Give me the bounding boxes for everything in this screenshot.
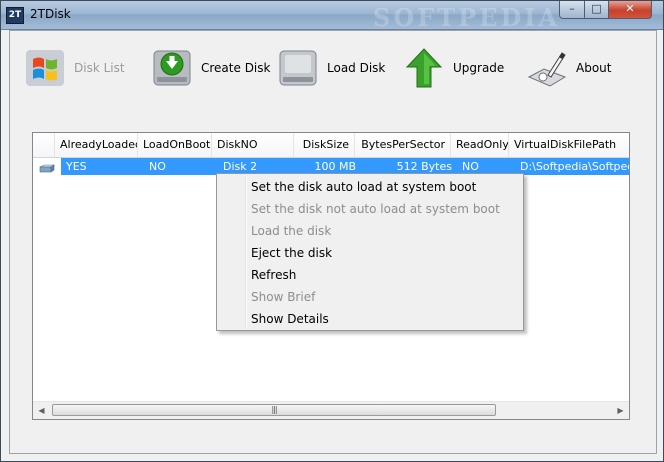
cell-virtual-disk-path: D:\Softpedia\Softpedia [520,160,629,173]
menu-item-eject-disk[interactable]: Eject the disk [251,242,332,264]
menu-item-load-disk[interactable]: Load the disk [251,220,331,242]
create-disk-button[interactable]: Create Disk [151,43,270,93]
column-header[interactable]: BytesPerSector [355,133,451,157]
load-disk-label: Load Disk [327,61,386,75]
list-header: AlreadyLoaded LoadOnBoot DiskNO DiskSize… [33,133,629,158]
column-header[interactable]: AlreadyLoaded [55,133,138,157]
app-logo-icon: 2T [6,7,24,24]
menu-gutter [245,176,247,328]
cell-already-loaded: YES [66,160,87,173]
column-header[interactable]: VirtualDiskFilePath [509,133,629,157]
column-header[interactable]: LoadOnBoot [138,133,212,157]
title-bar[interactable]: 2T 2TDisk SOFTPEDIA – □ ✕ [1,1,663,32]
scroll-left-button[interactable]: ◀ [33,402,50,419]
column-header[interactable]: DiskNO [212,133,294,157]
menu-item-auto-load[interactable]: Set the disk auto load at system boot [251,176,476,198]
disk-icon [39,162,55,173]
menu-item-show-details[interactable]: Show Details [251,308,329,330]
up-arrow-icon [403,47,445,89]
header-icon-column [33,133,55,157]
column-header[interactable]: ReadOnly [451,133,509,157]
create-disk-icon [151,47,193,89]
disk-list-label: Disk List [74,61,125,75]
window-title: 2TDisk [30,7,71,21]
hard-disk-icon [277,47,319,89]
scroll-thumb[interactable]: ||| [52,404,496,416]
menu-item-not-auto-load[interactable]: Set the disk not auto load at system boo… [251,198,500,220]
upgrade-label: Upgrade [453,61,505,75]
close-button[interactable]: ✕ [608,1,652,19]
minimize-button[interactable]: – [559,1,585,19]
menu-item-refresh[interactable]: Refresh [251,264,296,286]
about-button[interactable]: About [526,43,611,93]
windows-logo-icon [24,47,66,89]
watermark: SOFTPEDIA [373,3,561,32]
horizontal-scrollbar[interactable]: ◀ ||| ▶ [33,401,629,419]
upgrade-button[interactable]: Upgrade [403,43,504,93]
disk-list-button[interactable]: Disk List [24,43,125,93]
context-menu: Set the disk auto load at system boot Se… [216,173,524,331]
load-disk-button[interactable]: Load Disk [277,43,385,93]
about-label: About [576,61,612,75]
column-header[interactable]: DiskSize [294,133,355,157]
menu-item-show-brief[interactable]: Show Brief [251,286,315,308]
pen-tablet-icon [526,47,568,89]
maximize-button[interactable]: □ [584,1,609,19]
cell-load-on-boot: NO [149,160,166,173]
scroll-right-button[interactable]: ▶ [612,402,629,419]
app-window: 2T 2TDisk SOFTPEDIA – □ ✕ Disk List Crea… [0,0,664,462]
create-disk-label: Create Disk [201,61,271,75]
